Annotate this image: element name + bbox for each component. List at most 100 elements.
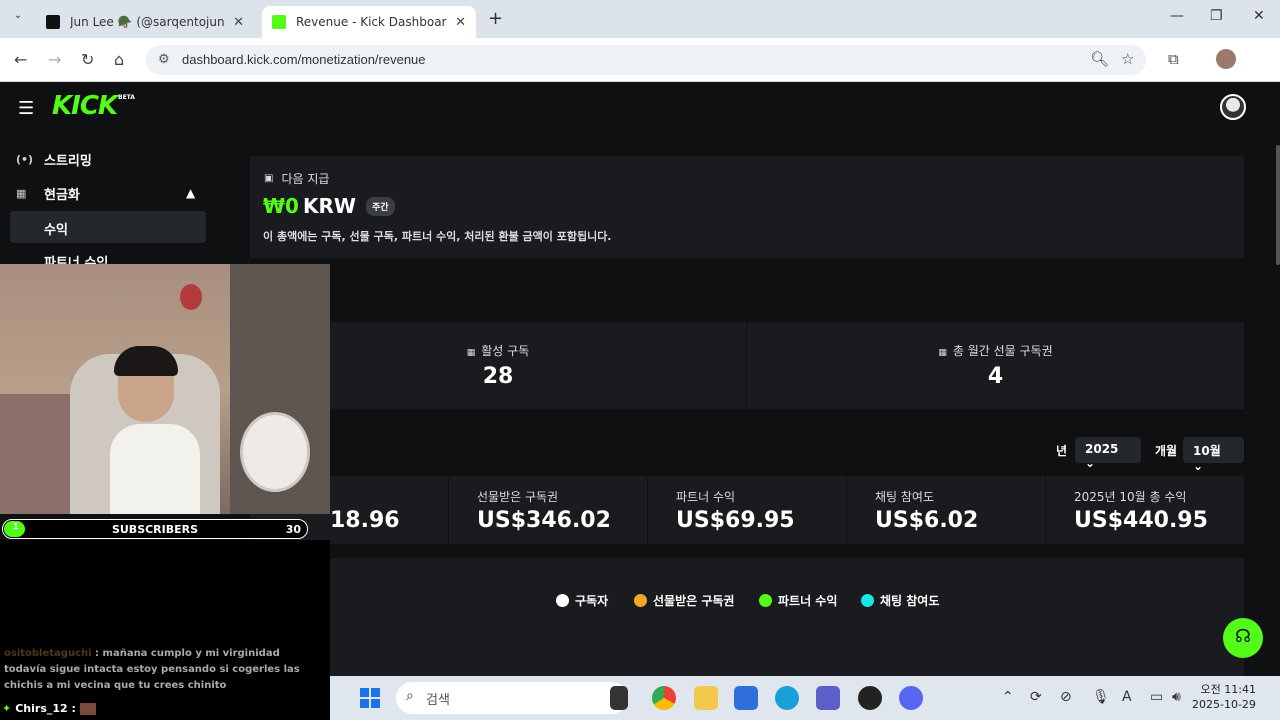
- legend-item-chat-engagement[interactable]: 채팅 참여도: [861, 592, 939, 609]
- webcam-overlay: [0, 264, 330, 514]
- support-chat-button[interactable]: ☊: [1223, 618, 1263, 658]
- windows-start-icon[interactable]: [360, 688, 380, 708]
- legend-label: 선물받은 구독권: [653, 594, 735, 608]
- payout-currency: KRW: [302, 194, 356, 218]
- url-text: dashboard.kick.com/monetization/revenue: [182, 52, 426, 67]
- kick-logo[interactable]: KICK: [52, 91, 118, 121]
- total-revenue-card: 2025년 10월 총 수익 US$440.95: [1046, 476, 1244, 544]
- close-icon[interactable]: ✕: [233, 15, 244, 30]
- network-icon[interactable]: ▭: [1150, 689, 1163, 705]
- sidebar-item-monetization[interactable]: ▦ 현금화: [16, 184, 80, 203]
- payout-label-text: 다음 지급: [281, 172, 330, 186]
- payout-note: 이 총액에는 구독, 선물 구독, 파트너 수익, 처리된 환불 금액이 포함됩…: [263, 230, 612, 243]
- zoom-icon[interactable]: 🔍︎: [1090, 50, 1109, 68]
- clock-date: 2025-10-29: [1192, 698, 1256, 711]
- revenue-value: 18.96: [330, 508, 400, 533]
- tab-kick-dashboard[interactable]: Revenue - Kick Dashboard ✕: [262, 6, 476, 38]
- tab-title: Revenue - Kick Dashboard: [296, 15, 448, 29]
- kick-header: ☰ KICK BETA: [0, 82, 1280, 136]
- chat-username: ositobletaguchi: [4, 648, 92, 659]
- site-info-icon[interactable]: ⚙: [158, 51, 170, 67]
- windows-taskbar: ⌕ 검색 ⌃ ⟳ ⊘ 🎙︎ A ▭ 🔊︎ 오전 11:41 2025-10-29: [330, 676, 1280, 720]
- subscriber-goal-target: 30: [285, 523, 301, 536]
- broadcast-icon: (•): [16, 153, 34, 166]
- month-label: 개월: [1155, 444, 1178, 458]
- chat-username: Chirs_12: [15, 702, 68, 715]
- chat-message: ositobletaguchi : mañana cumplo y mi vir…: [4, 648, 300, 691]
- extensions-icon[interactable]: ⧉: [1168, 50, 1179, 68]
- monthly-gift-subs-card: ▦ 총 월간 선물 구독권 4: [747, 322, 1244, 409]
- browser-profile-avatar[interactable]: [1216, 49, 1236, 69]
- chart-icon: ▦: [938, 348, 947, 358]
- maximize-icon[interactable]: ❐: [1210, 8, 1223, 24]
- stat-label-text: 총 월간 선물 구독권: [952, 344, 1053, 358]
- tab-title: Jun Lee 🪖 (@sarqentojunior_: [70, 15, 225, 29]
- close-window-icon[interactable]: ✕: [1253, 8, 1265, 24]
- chevron-up-icon[interactable]: ⌃: [1002, 689, 1014, 705]
- home-icon[interactable]: ⌂: [114, 50, 124, 69]
- forward-icon[interactable]: →: [48, 50, 61, 69]
- sidebar-item-streaming[interactable]: (•) 스트리밍: [16, 150, 92, 169]
- task-view-icon[interactable]: [610, 686, 628, 710]
- obs-icon[interactable]: [858, 686, 882, 710]
- kick-favicon-icon: [272, 15, 286, 29]
- close-icon[interactable]: ✕: [455, 15, 466, 30]
- revenue-value: US$440.95: [1074, 508, 1208, 533]
- month-select[interactable]: 10월 ⌄: [1183, 437, 1244, 473]
- file-explorer-icon[interactable]: [694, 686, 718, 710]
- page-scrollbar[interactable]: [1276, 145, 1280, 265]
- next-payout-card: ▣ 다음 지급 ₩0 KRW 주간 이 총액에는 구독, 선물 구독, 파트너 …: [250, 156, 1244, 258]
- avatar[interactable]: [1220, 94, 1246, 120]
- year-label: 년: [1056, 444, 1068, 458]
- chart-icon: ▦: [466, 348, 476, 358]
- url-field[interactable]: ⚙ dashboard.kick.com/monetization/revenu…: [146, 45, 1146, 75]
- sidebar-item-revenue[interactable]: 수익: [10, 211, 206, 243]
- revenue-value: US$6.02: [875, 508, 979, 533]
- volume-icon[interactable]: 🔊︎: [1172, 689, 1181, 705]
- address-toolbar: ← → ↻ ⌂ ⚙ dashboard.kick.com/monetizatio…: [0, 38, 1280, 105]
- menu-icon[interactable]: ☰: [18, 98, 34, 119]
- tab-tiktok[interactable]: Jun Lee 🪖 (@sarqentojunior_ ✕: [36, 6, 254, 38]
- stat-label: ▦ 총 월간 선물 구독권: [747, 342, 1244, 359]
- stat-label-text: 활성 구독: [481, 344, 530, 358]
- chevron-up-icon[interactable]: ▲: [186, 186, 195, 200]
- new-tab-icon[interactable]: +: [488, 8, 503, 29]
- revenue-label: 파트너 수익: [676, 490, 736, 504]
- edge-icon[interactable]: [775, 686, 799, 710]
- sidebar-item-label: 스트리밍: [44, 154, 92, 169]
- year-value: 2025: [1085, 442, 1119, 456]
- year-select[interactable]: 2025 ⌄: [1075, 437, 1141, 470]
- badge-icon: ✦: [2, 702, 12, 715]
- teams-icon[interactable]: [816, 686, 840, 710]
- legend-dot: [861, 594, 874, 607]
- webcam-fan: [240, 412, 310, 492]
- legend-item-subscribers[interactable]: 구독자: [556, 592, 608, 609]
- back-icon[interactable]: ←: [14, 50, 27, 69]
- star-icon[interactable]: ☆: [1121, 50, 1134, 68]
- webcam-streamer-hair: [114, 346, 178, 376]
- clock-time: 오전 11:41: [1200, 683, 1256, 696]
- discord-icon[interactable]: [899, 686, 923, 710]
- ime-icon[interactable]: A: [1122, 689, 1132, 705]
- legend-dot: [759, 594, 772, 607]
- sidebar-item-label: 현금화: [44, 188, 80, 203]
- reload-icon[interactable]: ↻: [81, 50, 94, 69]
- sync-icon[interactable]: ⟳: [1030, 689, 1042, 705]
- chat-overlay: ositobletaguchi : mañana cumplo y mi vir…: [0, 540, 330, 720]
- tab-search-icon[interactable]: ⌄: [8, 10, 28, 28]
- period-badge: 주간: [365, 196, 395, 216]
- microphone-icon[interactable]: 🎙︎: [1092, 689, 1110, 705]
- legend-dot: [556, 594, 569, 607]
- partner-revenue-card: 파트너 수익 US$69.95: [648, 476, 846, 544]
- chrome-icon[interactable]: [652, 686, 676, 710]
- subscriber-goal-bar: 1 SUBSCRIBERS 30: [2, 519, 308, 539]
- store-icon[interactable]: [734, 686, 758, 710]
- legend-item-gifted-subs[interactable]: 선물받은 구독권: [634, 592, 734, 609]
- security-icon[interactable]: ⊘: [1060, 689, 1072, 705]
- search-icon: ⌕: [406, 688, 414, 704]
- tiktok-icon: [46, 15, 60, 29]
- taskbar-clock[interactable]: 오전 11:41 2025-10-29: [1192, 682, 1256, 712]
- minimize-icon[interactable]: —: [1170, 8, 1184, 24]
- legend-item-partner-revenue[interactable]: 파트너 수익: [759, 592, 837, 609]
- taskbar-search[interactable]: ⌕ 검색: [396, 682, 628, 714]
